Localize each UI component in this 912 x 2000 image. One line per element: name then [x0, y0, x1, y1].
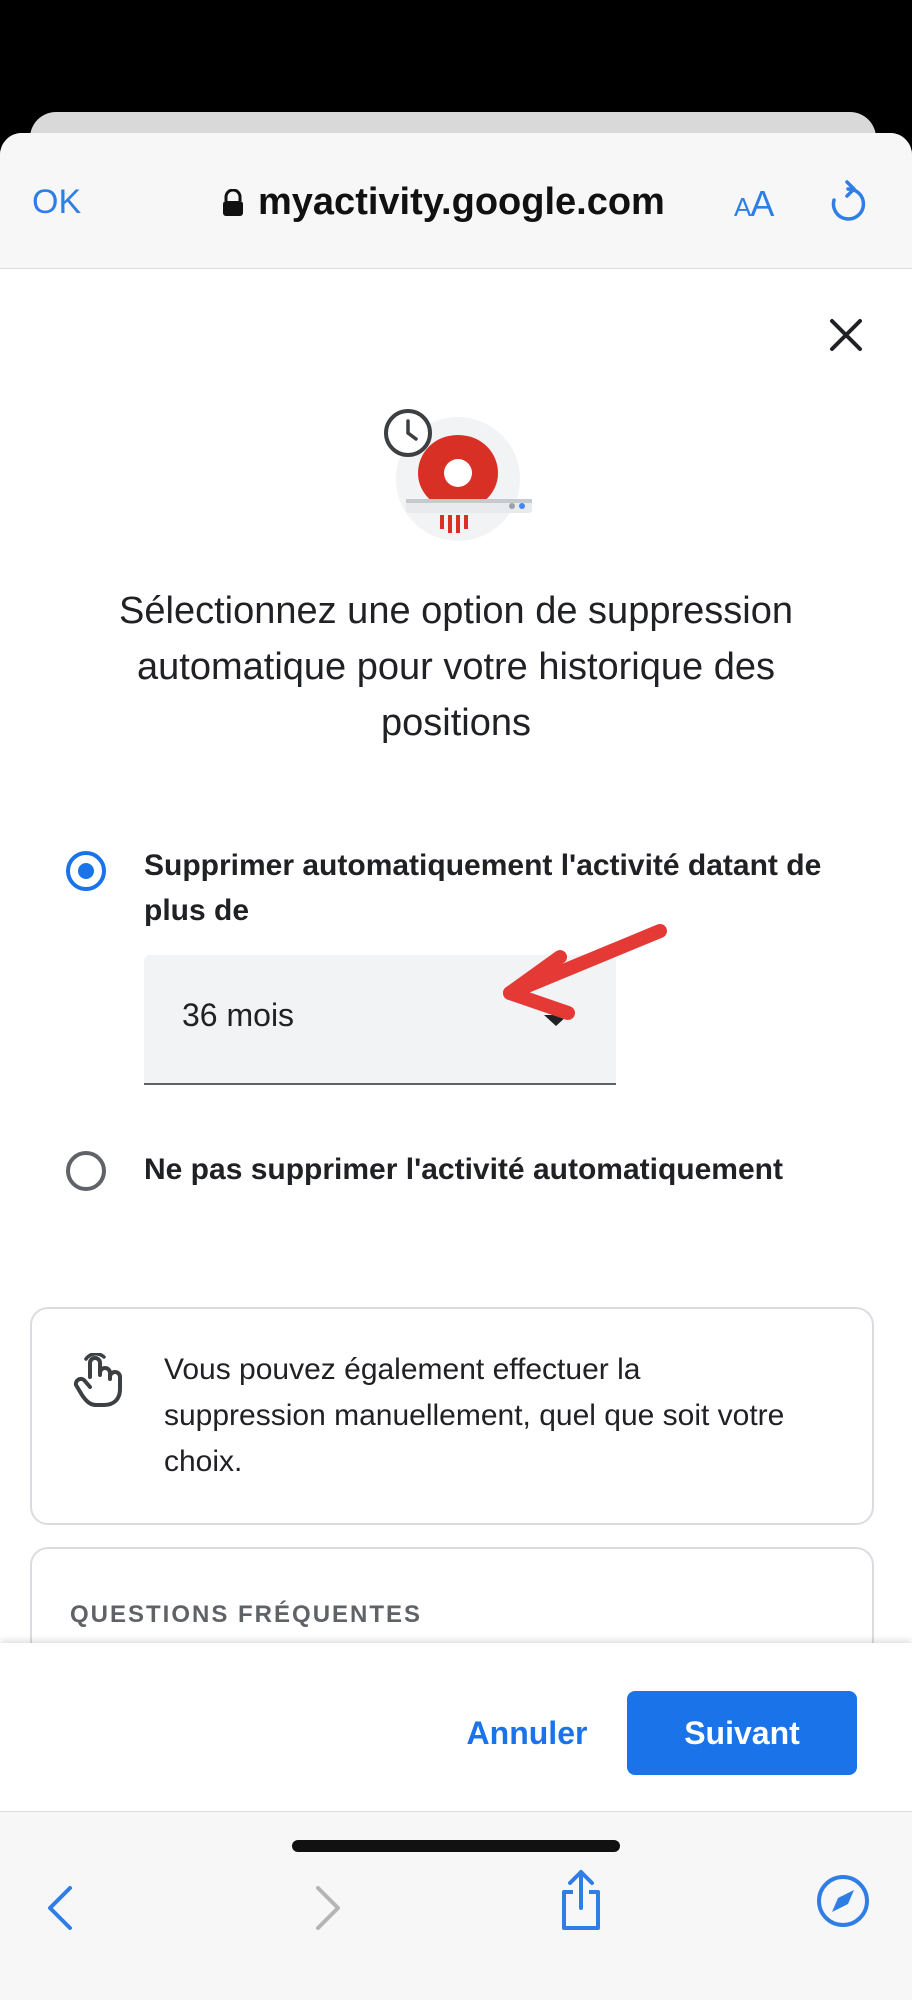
next-button[interactable]: Suivant	[627, 1691, 857, 1775]
text-size-button[interactable]: AA	[734, 183, 774, 225]
red-arrow-annotation-icon	[503, 924, 667, 1020]
done-button[interactable]: OK	[32, 183, 81, 222]
share-icon[interactable]	[556, 1868, 606, 1932]
lock-icon	[223, 188, 243, 216]
radio-no-auto-delete[interactable]	[66, 1151, 106, 1191]
browser-sheet: OK myactivity.google.com AA Sélectionnez…	[0, 133, 912, 2000]
faq-title: QUESTIONS FRÉQUENTES	[70, 1601, 423, 1628]
period-select-value: 36 mois	[182, 997, 295, 1033]
close-icon[interactable]	[826, 315, 866, 355]
compass-icon[interactable]	[816, 1874, 870, 1928]
radio-auto-delete[interactable]	[66, 851, 106, 891]
text-size-small-label: A	[734, 192, 751, 222]
text-size-large-label: A	[750, 183, 774, 224]
forward-chevron-icon[interactable]	[302, 1882, 352, 1934]
location-history-illustration-icon	[384, 409, 532, 541]
info-text: Vous pouvez également effectuer la suppr…	[164, 1353, 785, 1478]
dialog-title: Sélectionnez une option de suppression a…	[119, 590, 793, 744]
touch-gesture-icon	[73, 1353, 122, 1407]
browser-toolbar: OK myactivity.google.com AA	[0, 133, 912, 269]
cancel-button[interactable]: Annuler	[452, 1691, 602, 1775]
back-chevron-icon[interactable]	[36, 1882, 86, 1934]
option-no-auto-delete-label[interactable]: Ne pas supprimer l'activité automatiquem…	[144, 1147, 884, 1192]
address-bar[interactable]: myactivity.google.com	[222, 181, 665, 224]
url-text: myactivity.google.com	[258, 181, 665, 223]
reload-icon[interactable]	[828, 179, 868, 225]
info-card: Vous pouvez également effectuer la suppr…	[30, 1307, 874, 1525]
dialog-action-bar: Annuler Suivant	[0, 1643, 912, 1811]
home-indicator	[292, 1840, 620, 1852]
